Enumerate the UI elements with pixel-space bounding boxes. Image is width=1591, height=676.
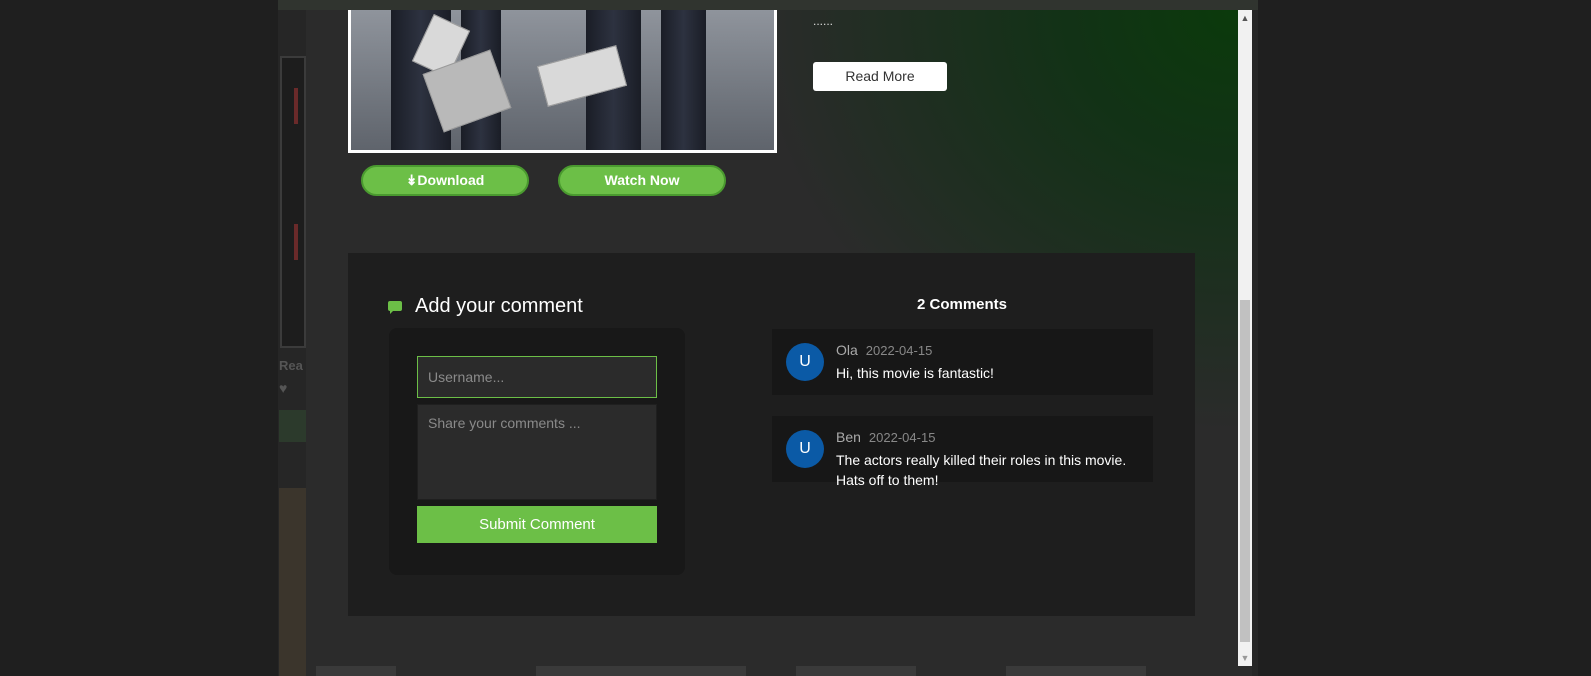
comment-meta: Ben 2022-04-15 [836, 429, 935, 445]
comment-meta: Ola 2022-04-15 [836, 342, 932, 358]
scroll-down-arrow-icon[interactable]: ▼ [1238, 650, 1252, 666]
modal-scrollbar[interactable]: ▲ ▼ [1238, 10, 1252, 666]
comments-count: 2 Comments [916, 296, 1008, 313]
scroll-up-arrow-icon[interactable]: ▲ [1238, 10, 1252, 26]
comment-date: 2022-04-15 [865, 343, 933, 358]
comment-textarea[interactable] [417, 404, 657, 500]
avatar: U [786, 430, 824, 468]
comment-author: Ola [836, 342, 858, 358]
add-comment-header: Add your comment [388, 295, 583, 318]
avatar: U [786, 343, 824, 381]
background-button [279, 410, 307, 442]
comment-form: Submit Comment [389, 328, 685, 575]
username-input[interactable] [417, 356, 657, 398]
chat-bubble-icon [388, 300, 403, 314]
double-chevron-down-icon: ↡ [405, 172, 418, 188]
comment-author: Ben [836, 429, 861, 445]
comments-panel: Add your comment Submit Comment 2 Commen… [348, 253, 1195, 616]
comment-item: U Ben 2022-04-15 The actors really killed… [772, 416, 1153, 488]
comment-text: Hi, this movie is fantastic! [836, 365, 994, 381]
download-button[interactable]: ↡Download [361, 165, 529, 196]
read-more-button[interactable]: Read More [813, 62, 947, 91]
submit-comment-button[interactable]: Submit Comment [417, 506, 657, 543]
scrollbar-thumb[interactable] [1240, 300, 1250, 642]
watch-now-button[interactable]: Watch Now [558, 165, 726, 196]
movie-modal: ↡Download Watch Now ...... Read More Add… [306, 10, 1238, 666]
background-poster [279, 488, 307, 676]
description-excerpt: ...... [813, 14, 834, 28]
add-comment-title: Add your comment [415, 295, 583, 317]
background-topbar [278, 0, 1258, 10]
movie-poster [348, 10, 777, 153]
comment-date: 2022-04-15 [868, 430, 936, 445]
background-card-title: Rea [279, 358, 303, 372]
heart-icon: ♥ [279, 380, 288, 396]
comment-text: The actors really killed their roles in … [836, 452, 1127, 488]
comment-item: U Ola 2022-04-15 Hi, this movie is fantas… [772, 329, 1153, 395]
background-card [280, 56, 306, 348]
